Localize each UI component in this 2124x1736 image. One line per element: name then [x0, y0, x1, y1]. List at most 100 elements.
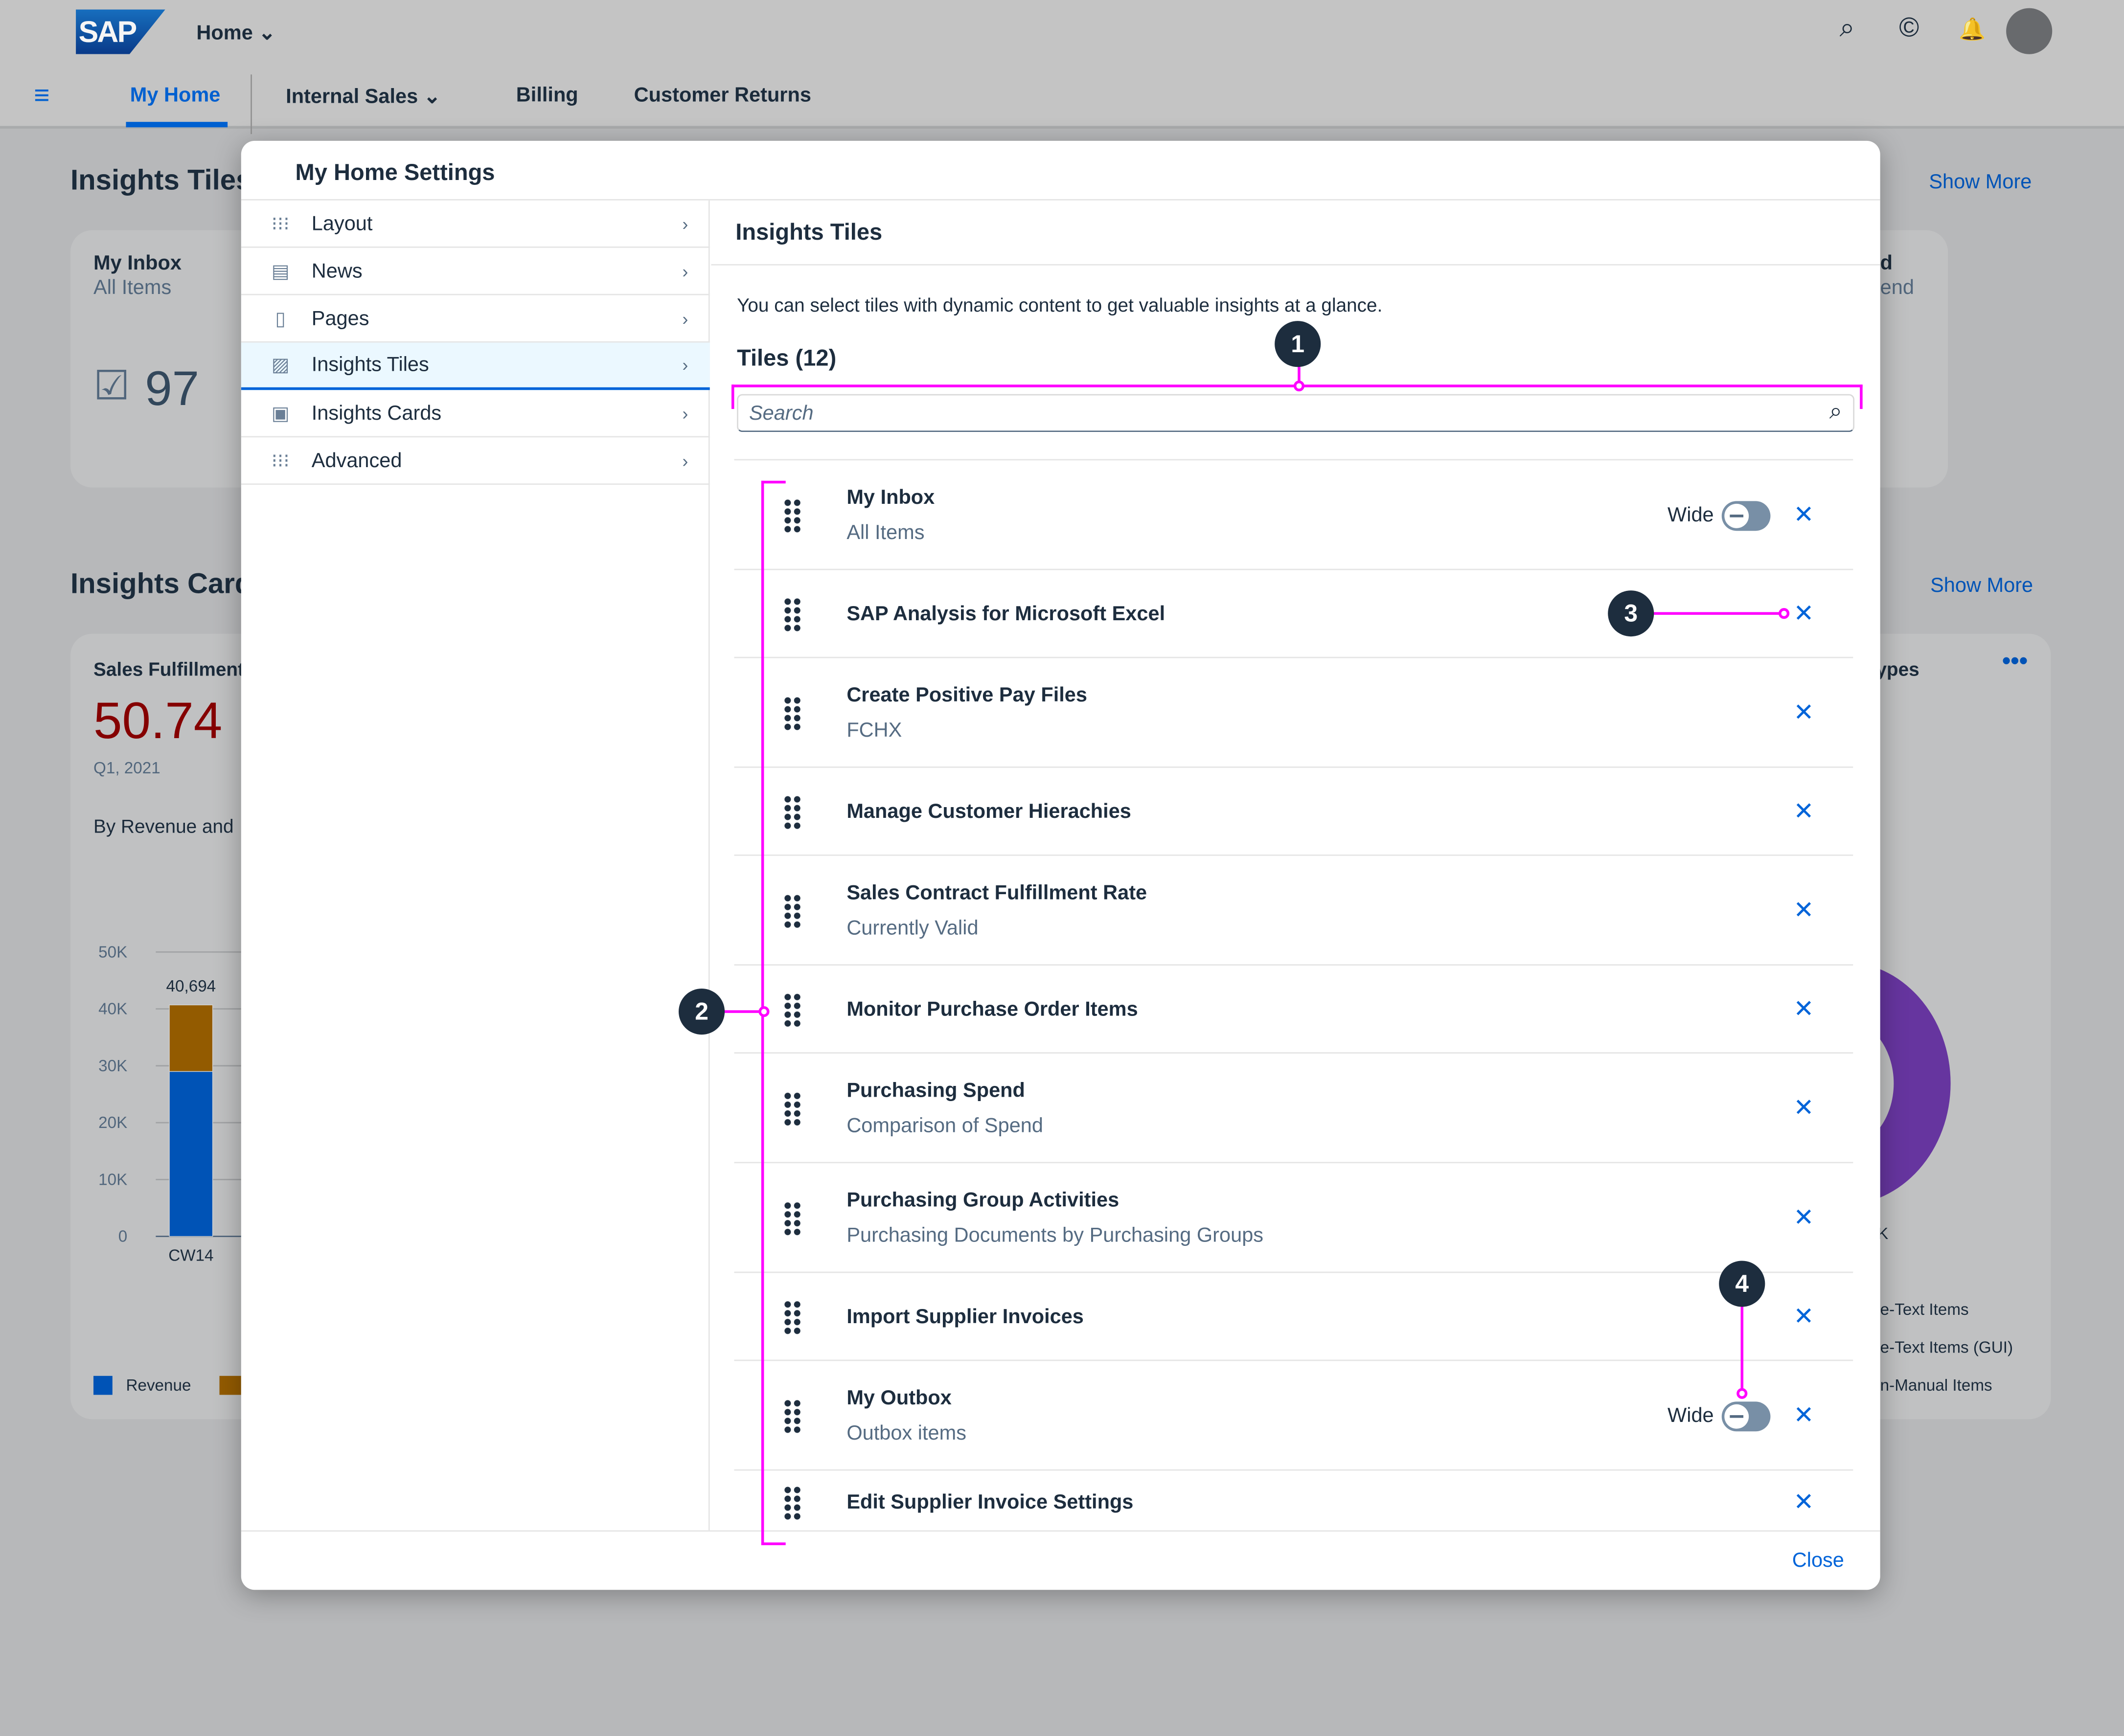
annotation-line — [731, 384, 734, 409]
drag-handle-icon[interactable] — [783, 596, 802, 632]
remove-icon[interactable]: ✕ — [1793, 599, 1814, 628]
tile-row[interactable]: Import Supplier Invoices ✕ — [734, 1273, 1853, 1361]
tile-row[interactable]: My Outbox Outbox items Wide ✕ — [734, 1361, 1853, 1471]
tile-title: Sales Contract Fulfillment Rate — [846, 880, 1147, 904]
tile-subtitle: All Items — [846, 520, 925, 544]
tile-title: Import Supplier Invoices — [846, 1305, 1084, 1328]
settings-nav: ⁝⁝⁝ Layout › ▤ News › ▯ Pages › ▨ Insights Tile… — [241, 200, 710, 1531]
annotation-dot — [758, 1006, 770, 1017]
tile-title: Manage Customer Hierachies — [846, 799, 1131, 823]
tile-subtitle: Outbox items — [846, 1421, 966, 1444]
drag-handle-icon[interactable] — [783, 1486, 802, 1521]
tile-title: Create Positive Pay Files — [846, 683, 1087, 706]
drag-handle-icon[interactable] — [783, 1091, 802, 1127]
tiles-header: Tiles (12) — [737, 345, 837, 371]
nav-item-advanced[interactable]: ⁝⁝⁝ Advanced › — [241, 437, 710, 485]
annotation-line — [1652, 612, 1783, 615]
tile-row[interactable]: Monitor Purchase Order Items ✕ — [734, 966, 1853, 1054]
nav-item-layout[interactable]: ⁝⁝⁝ Layout › — [241, 201, 710, 248]
cards-icon: ▣ — [271, 401, 290, 424]
wide-toggle[interactable] — [1721, 1401, 1771, 1431]
tile-title: Purchasing Spend — [846, 1079, 1025, 1102]
drag-handle-icon[interactable] — [783, 1299, 802, 1335]
remove-icon[interactable]: ✕ — [1793, 698, 1814, 726]
tile-subtitle: Comparison of Spend — [846, 1114, 1044, 1137]
pages-icon: ▯ — [275, 307, 286, 329]
news-icon: ▤ — [271, 259, 290, 281]
tile-row[interactable]: Sales Contract Fulfillment Rate Currently… — [734, 856, 1853, 966]
annotation-badge: 1 — [1275, 321, 1321, 367]
nav-item-news[interactable]: ▤ News › — [241, 248, 710, 295]
tile-title: My Inbox — [846, 485, 935, 509]
search-placeholder: Search — [749, 402, 814, 426]
nav-item-insights-cards[interactable]: ▣ Insights Cards › — [241, 390, 710, 438]
remove-icon[interactable]: ✕ — [1793, 1203, 1814, 1232]
tile-row[interactable]: Purchasing Group Activities Purchasing Do… — [734, 1163, 1853, 1273]
grid-icon: ⁝⁝⁝ — [271, 449, 290, 471]
remove-icon[interactable]: ✕ — [1793, 896, 1814, 924]
remove-icon[interactable]: ✕ — [1793, 1401, 1814, 1429]
divider — [241, 1530, 1880, 1532]
drag-handle-icon[interactable] — [783, 992, 802, 1027]
drag-handle-icon[interactable] — [783, 794, 802, 830]
annotation-dot — [1736, 1388, 1748, 1399]
tile-title: Monitor Purchase Order Items — [846, 997, 1138, 1021]
annotation-badge: 2 — [679, 989, 725, 1035]
search-input[interactable]: Search ⌕ — [737, 394, 1855, 432]
annotation-badge: 4 — [1719, 1261, 1765, 1307]
annotation-line — [723, 1010, 764, 1013]
remove-icon[interactable]: ✕ — [1793, 500, 1814, 529]
tile-row[interactable]: My Inbox All Items Wide ✕ — [734, 460, 1853, 570]
search-icon[interactable]: ⌕ — [1829, 398, 1842, 425]
tile-title: My Outbox — [846, 1386, 952, 1409]
nav-item-pages[interactable]: ▯ Pages › — [241, 295, 710, 343]
remove-icon[interactable]: ✕ — [1793, 994, 1814, 1023]
drag-handle-icon[interactable] — [783, 1200, 802, 1236]
tile-title: Purchasing Group Activities — [846, 1188, 1119, 1212]
tile-subtitle: Currently Valid — [846, 916, 979, 939]
divider — [711, 264, 1880, 266]
chevron-right-icon: › — [682, 260, 688, 281]
wide-label: Wide — [1667, 503, 1714, 526]
remove-icon[interactable]: ✕ — [1793, 1094, 1814, 1122]
drag-handle-icon[interactable] — [783, 497, 802, 533]
chevron-right-icon: › — [682, 450, 688, 471]
wide-toggle[interactable] — [1721, 500, 1771, 530]
nav-label: Layout — [311, 212, 373, 235]
annotation-line — [1860, 384, 1863, 409]
nav-label: Insights Tiles — [311, 353, 429, 377]
tile-row[interactable]: Edit Supplier Invoice Settings ✕ — [734, 1471, 1853, 1536]
annotation-line — [1740, 1303, 1744, 1393]
remove-icon[interactable]: ✕ — [1793, 1488, 1814, 1517]
drag-handle-icon[interactable] — [783, 893, 802, 928]
drag-handle-icon[interactable] — [783, 1398, 802, 1434]
nav-label: News — [311, 259, 363, 283]
chevron-right-icon: › — [682, 403, 688, 424]
chevron-right-icon: › — [682, 213, 688, 234]
close-button[interactable]: Close — [1792, 1549, 1844, 1572]
chevron-right-icon: › — [682, 355, 688, 375]
nav-label: Pages — [311, 307, 369, 330]
drag-handle-icon[interactable] — [783, 695, 802, 731]
tile-subtitle: Purchasing Documents by Purchasing Group… — [846, 1223, 1264, 1247]
nav-item-insights-tiles[interactable]: ▨ Insights Tiles › — [241, 342, 710, 390]
panel-title: Insights Tiles — [735, 219, 883, 246]
tile-row[interactable]: Purchasing Spend Comparison of Spend ✕ — [734, 1054, 1853, 1164]
panel-description: You can select tiles with dynamic conten… — [737, 293, 1383, 316]
tile-row[interactable]: Manage Customer Hierachies ✕ — [734, 768, 1853, 856]
tile-row[interactable]: Create Positive Pay Files FCHX ✕ — [734, 658, 1853, 768]
annotation-dot — [1779, 608, 1790, 619]
annotation-bracket — [761, 480, 786, 484]
annotation-dot — [1293, 380, 1305, 392]
tiles-icon: ▨ — [271, 353, 290, 375]
wide-label: Wide — [1667, 1403, 1714, 1427]
settings-dialog: My Home Settings ⁝⁝⁝ Layout › ▤ News › ▯ Page… — [241, 140, 1880, 1590]
remove-icon[interactable]: ✕ — [1793, 1302, 1814, 1330]
remove-icon[interactable]: ✕ — [1793, 797, 1814, 825]
tile-title: SAP Analysis for Microsoft Excel — [846, 602, 1165, 625]
annotation-bracket — [761, 1542, 786, 1545]
nav-label: Insights Cards — [311, 401, 442, 425]
nav-label: Advanced — [311, 449, 402, 472]
dialog-title: My Home Settings — [295, 159, 495, 186]
chevron-right-icon: › — [682, 308, 688, 329]
